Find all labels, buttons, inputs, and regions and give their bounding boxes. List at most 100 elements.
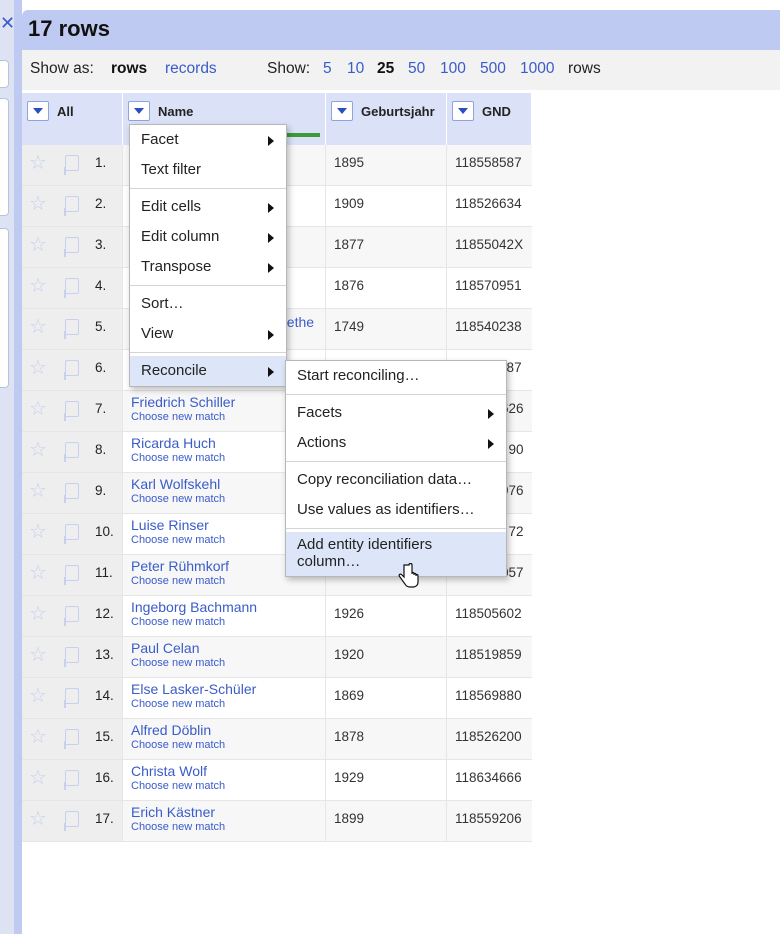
star-icon[interactable]: ☆ <box>29 719 47 747</box>
menu-item-reconcile[interactable]: Reconcile <box>130 356 286 386</box>
star-icon[interactable]: ☆ <box>29 801 47 829</box>
row-number-cell: 7. <box>89 390 123 432</box>
row-number: 9. <box>95 483 107 498</box>
page-size-5[interactable]: 5 <box>323 60 332 78</box>
flag-cell <box>54 349 89 391</box>
menu-item-add-entity-identifiers[interactable]: Add entity identifiers column… <box>286 532 506 576</box>
star-icon[interactable]: ☆ <box>29 227 47 255</box>
menu-item-use-values-as-identifiers[interactable]: Use values as identifiers… <box>286 495 506 525</box>
left-panel-box <box>0 98 9 216</box>
flag-icon[interactable] <box>63 278 79 298</box>
star-icon[interactable]: ☆ <box>29 350 47 378</box>
name-match-link[interactable]: Paul Celan <box>123 637 325 656</box>
flag-icon[interactable] <box>63 401 79 421</box>
star-icon[interactable]: ☆ <box>29 555 47 583</box>
flag-icon[interactable] <box>63 483 79 503</box>
star-icon[interactable]: ☆ <box>29 678 47 706</box>
flag-icon[interactable] <box>63 319 79 339</box>
choose-new-match-link[interactable]: Choose new match <box>123 615 325 628</box>
star-icon[interactable]: ☆ <box>29 473 47 501</box>
menu-item-edit-cells[interactable]: Edit cells <box>130 192 286 222</box>
page-size-100[interactable]: 100 <box>440 60 466 78</box>
records-mode-link[interactable]: records <box>165 60 217 78</box>
geburtsjahr-cell: 1876 <box>325 267 447 309</box>
flag-icon[interactable] <box>63 770 79 790</box>
name-match-link[interactable]: Erich Kästner <box>123 801 325 820</box>
menu-item-edit-column[interactable]: Edit column <box>130 222 286 252</box>
choose-new-match-link[interactable]: Choose new match <box>123 656 325 669</box>
choose-new-match-link[interactable]: Choose new match <box>123 779 325 792</box>
geburtsjahr-value: 1876 <box>334 278 365 293</box>
flag-icon[interactable] <box>63 606 79 626</box>
flag-icon[interactable] <box>63 647 79 667</box>
star-cell: ☆ <box>22 226 54 268</box>
star-icon[interactable]: ☆ <box>29 637 47 665</box>
star-icon[interactable]: ☆ <box>29 596 47 624</box>
menu-separator <box>130 188 286 189</box>
star-icon[interactable]: ☆ <box>29 391 47 419</box>
row-number: 2. <box>95 196 107 211</box>
gnd-cell: 118540238 <box>446 308 532 350</box>
star-icon[interactable]: ☆ <box>29 432 47 460</box>
star-icon[interactable]: ☆ <box>29 309 47 337</box>
row-number-cell: 2. <box>89 185 123 227</box>
menu-item-actions[interactable]: Actions <box>286 428 506 458</box>
choose-new-match-link[interactable]: Choose new match <box>123 820 325 833</box>
name-dropdown-icon[interactable] <box>128 101 150 121</box>
menu-item-facet[interactable]: Facet <box>130 125 286 155</box>
row-number-cell: 16. <box>89 759 123 801</box>
menu-item-transpose[interactable]: Transpose <box>130 252 286 282</box>
name-match-link[interactable]: Christa Wolf <box>123 760 325 779</box>
page-size-50[interactable]: 50 <box>408 60 425 78</box>
flag-icon[interactable] <box>63 524 79 544</box>
star-icon[interactable]: ☆ <box>29 145 47 173</box>
all-dropdown-icon[interactable] <box>27 101 49 121</box>
menu-item-start-reconciling[interactable]: Start reconciling… <box>286 361 506 391</box>
page-size-500[interactable]: 500 <box>480 60 506 78</box>
page-size-1000[interactable]: 1000 <box>520 60 554 78</box>
gnd-cell: 118570951 <box>446 267 532 309</box>
star-icon[interactable]: ☆ <box>29 760 47 788</box>
flag-icon[interactable] <box>63 442 79 462</box>
column-label-name: Name <box>158 103 194 119</box>
rows-mode-link[interactable]: rows <box>111 60 147 78</box>
choose-new-match-link[interactable]: Choose new match <box>123 697 325 710</box>
geburtsjahr-dropdown-icon[interactable] <box>331 101 353 121</box>
menu-item-copy-reconciliation-data[interactable]: Copy reconciliation data… <box>286 465 506 495</box>
row-number-cell: 13. <box>89 636 123 678</box>
star-cell: ☆ <box>22 718 54 760</box>
flag-icon[interactable] <box>63 237 79 257</box>
flag-icon[interactable] <box>63 565 79 585</box>
page-size-10[interactable]: 10 <box>347 60 364 78</box>
name-match-link[interactable]: Alfred Döblin <box>123 719 325 738</box>
flag-icon[interactable] <box>63 688 79 708</box>
row-number: 13. <box>95 647 114 662</box>
gnd-cell: 11855042X <box>446 226 532 268</box>
name-match-link[interactable]: Else Lasker-Schüler <box>123 678 325 697</box>
gnd-dropdown-icon[interactable] <box>452 101 474 121</box>
close-panel-icon[interactable]: ✕ <box>0 14 15 32</box>
star-cell: ☆ <box>22 759 54 801</box>
column-menu: Facet Text filter Edit cells Edit column… <box>129 124 287 387</box>
menu-item-text-filter[interactable]: Text filter <box>130 155 286 185</box>
gnd-value: 118526200 <box>455 729 522 744</box>
star-icon[interactable]: ☆ <box>29 268 47 296</box>
choose-new-match-link[interactable]: Choose new match <box>123 738 325 751</box>
flag-icon[interactable] <box>63 155 79 175</box>
flag-icon[interactable] <box>63 729 79 749</box>
page-size-25[interactable]: 25 <box>377 60 394 78</box>
gnd-value: 118526634 <box>455 196 522 211</box>
geburtsjahr-value: 1895 <box>334 155 365 170</box>
star-icon[interactable]: ☆ <box>29 186 47 214</box>
flag-cell <box>54 226 89 268</box>
star-icon[interactable]: ☆ <box>29 514 47 542</box>
flag-icon[interactable] <box>63 811 79 831</box>
menu-item-sort[interactable]: Sort… <box>130 289 286 319</box>
name-match-link[interactable]: Ingeborg Bachmann <box>123 596 325 615</box>
menu-item-view[interactable]: View <box>130 319 286 349</box>
flag-icon[interactable] <box>63 196 79 216</box>
row-number-cell: 15. <box>89 718 123 760</box>
row-number: 12. <box>95 606 114 621</box>
flag-icon[interactable] <box>63 360 79 380</box>
menu-item-facets[interactable]: Facets <box>286 398 506 428</box>
